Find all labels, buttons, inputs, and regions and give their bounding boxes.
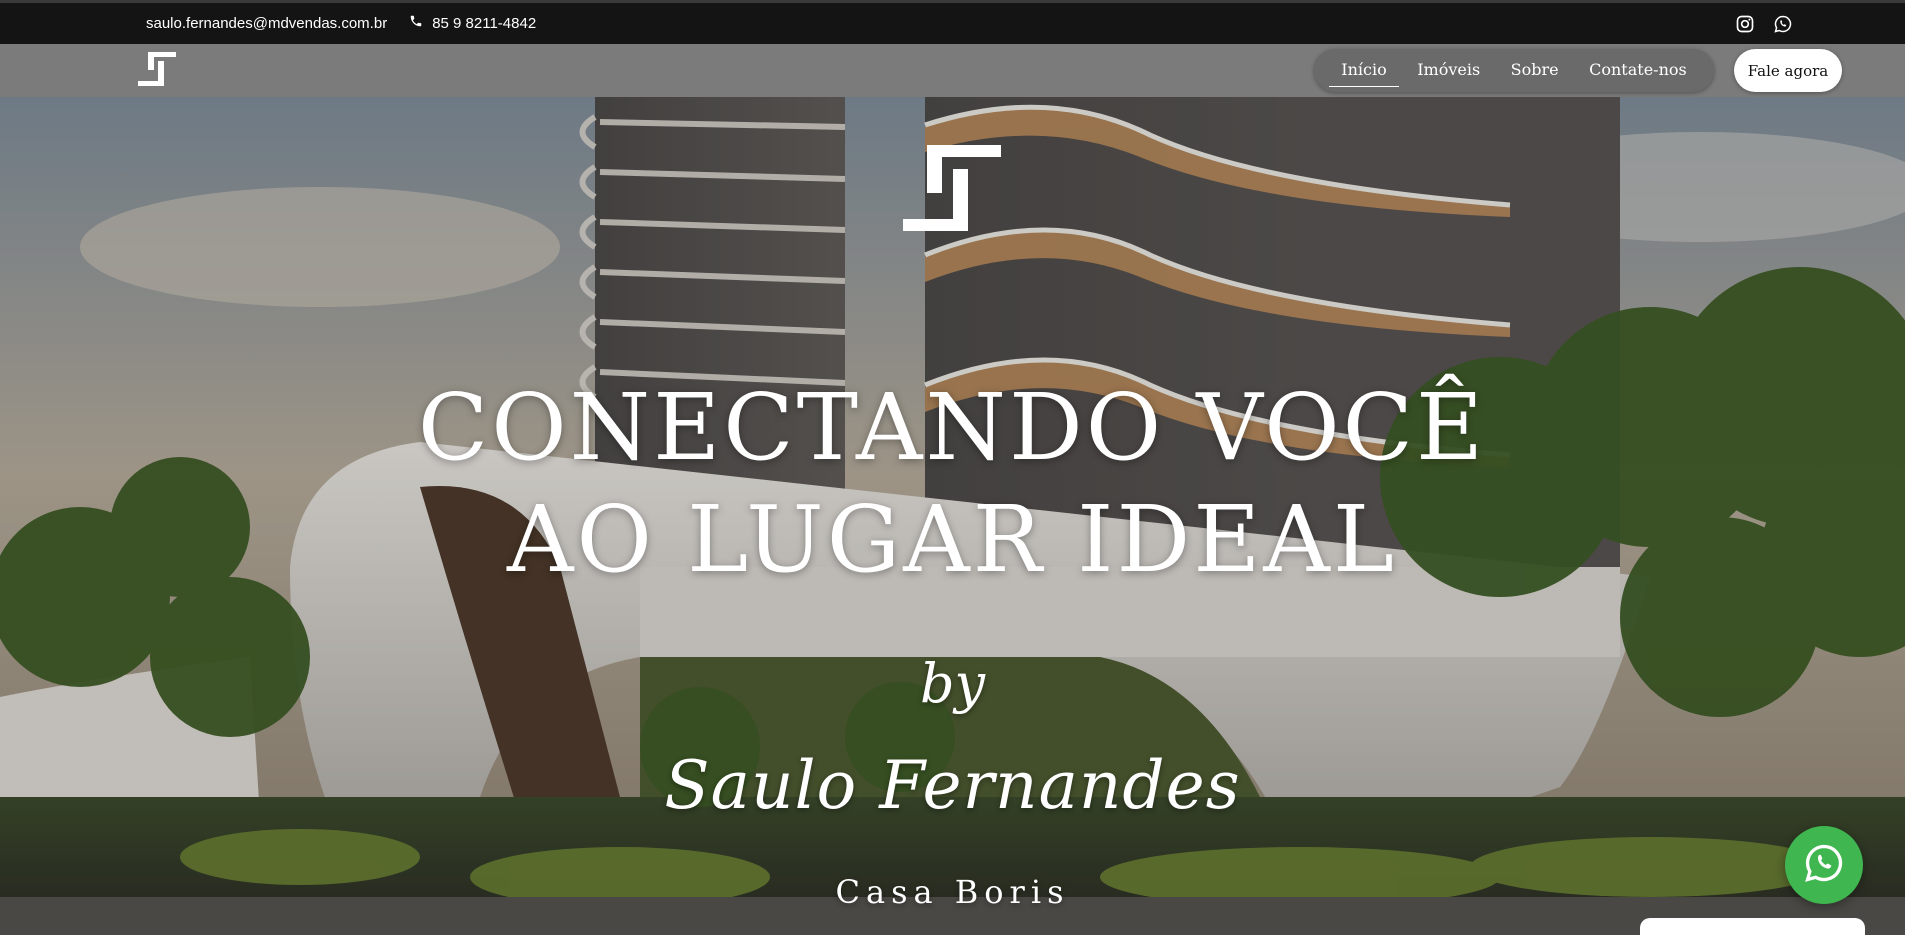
- social-links: [1735, 14, 1793, 34]
- contact-info: saulo.fernandes@mdvendas.com.br 85 9 821…: [146, 14, 536, 32]
- signature-text: Saulo Fernandes: [664, 747, 1241, 824]
- brand-logo[interactable]: [138, 52, 178, 88]
- email-link[interactable]: saulo.fernandes@mdvendas.com.br: [146, 15, 387, 32]
- hero-headline: CONECTANDO VOCÊ AO LUGAR IDEAL: [352, 372, 1552, 596]
- whatsapp-float-button[interactable]: [1785, 826, 1863, 904]
- nav-item-sobre[interactable]: Sobre: [1505, 56, 1565, 85]
- bottom-widget-card[interactable]: [1640, 918, 1865, 935]
- top-contact-bar: saulo.fernandes@mdvendas.com.br 85 9 821…: [0, 0, 1905, 44]
- nav-item-imoveis[interactable]: Imóveis: [1411, 56, 1486, 85]
- project-name: Casa Boris: [835, 873, 1070, 911]
- nav-item-contate-nos[interactable]: Contate-nos: [1583, 56, 1693, 85]
- main-navbar: Início Imóveis Sobre Contate-nos Fale ag…: [0, 44, 1905, 97]
- instagram-icon[interactable]: [1735, 14, 1755, 34]
- nav-item-inicio[interactable]: Início: [1329, 56, 1400, 87]
- talk-now-button[interactable]: Fale agora: [1734, 49, 1842, 92]
- by-text: by: [919, 652, 986, 715]
- phone-number: 85 9 8211-4842: [432, 14, 537, 32]
- headline-line-1: CONECTANDO VOCÊ: [417, 374, 1487, 481]
- hero-section: CONECTANDO VOCÊ AO LUGAR IDEAL by Saulo …: [0, 97, 1905, 935]
- whatsapp-icon[interactable]: [1773, 14, 1793, 34]
- whatsapp-icon: [1802, 841, 1846, 890]
- phone-icon: [409, 14, 423, 32]
- hero-logo: [903, 145, 1003, 233]
- headline-line-2: AO LUGAR IDEAL: [507, 486, 1397, 593]
- phone-link[interactable]: 85 9 8211-4842: [409, 14, 536, 32]
- nav-menu: Início Imóveis Sobre Contate-nos: [1314, 49, 1714, 92]
